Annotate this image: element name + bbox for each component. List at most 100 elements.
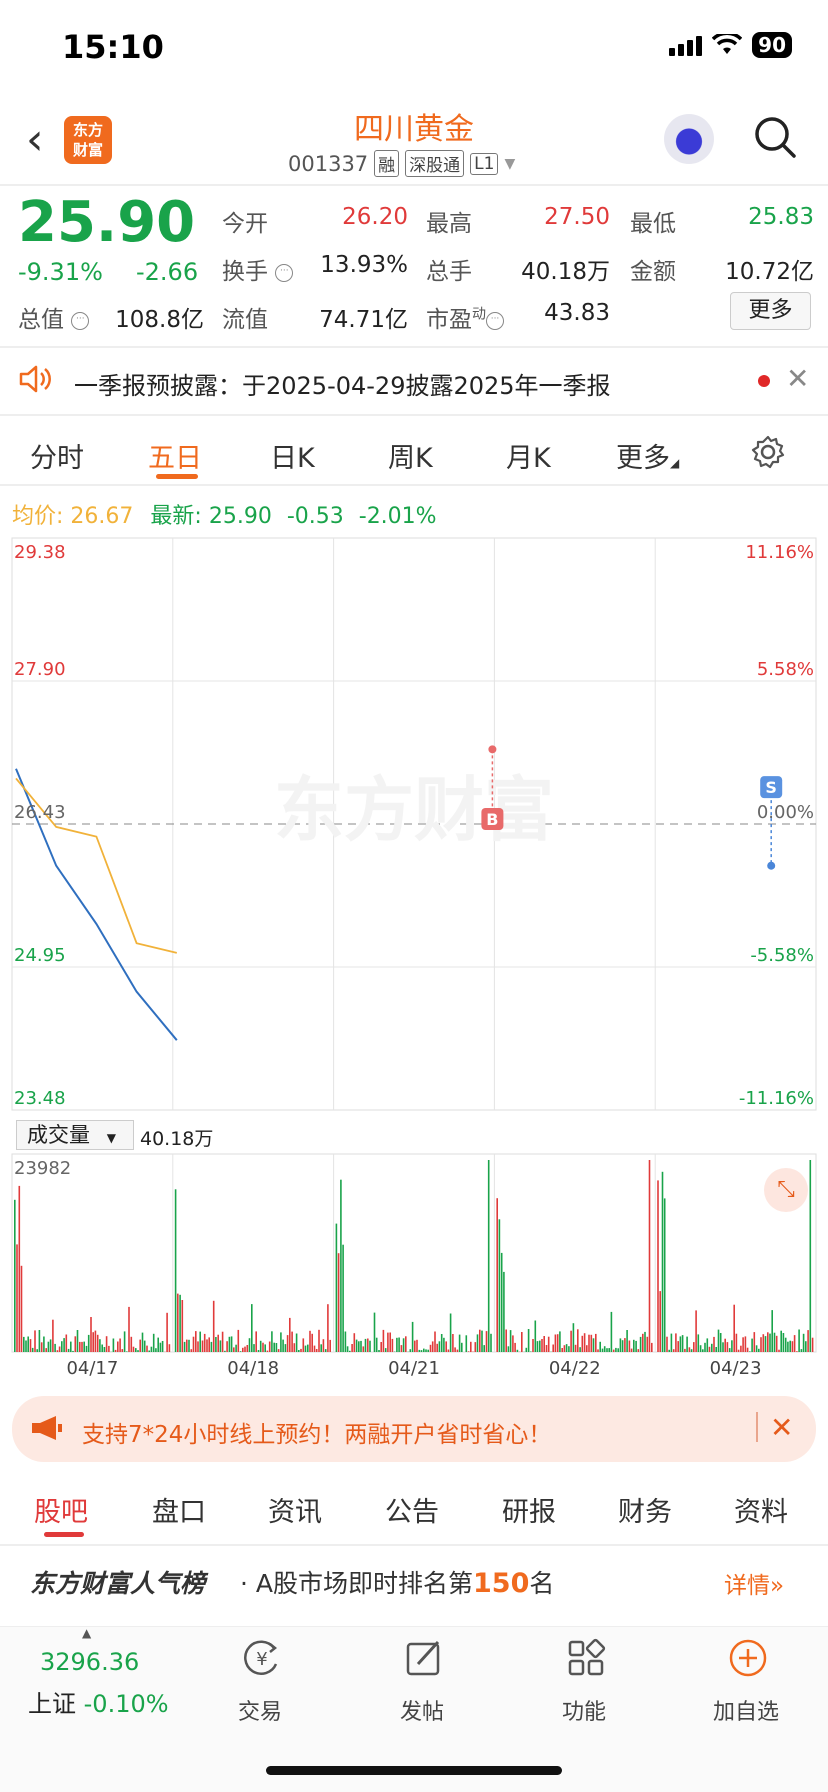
tab-monthly-k[interactable]: 月K: [506, 436, 551, 475]
y-tick-label-right: 5.58%: [757, 659, 814, 680]
tab-pankou[interactable]: 盘口: [152, 1490, 206, 1529]
volume-bar: [40, 1342, 43, 1352]
pe-label-text: 市盈: [426, 307, 472, 333]
volume-bar: [248, 1338, 251, 1352]
promo-text[interactable]: 支持7*24小时线上预约！两融开户省时省心！: [82, 1415, 551, 1449]
post-icon[interactable]: [402, 1636, 446, 1680]
dock-post[interactable]: 发帖: [362, 1694, 482, 1726]
settings-gear-icon[interactable]: [750, 434, 786, 470]
volume-bar: [108, 1345, 110, 1352]
volume-bar: [690, 1349, 693, 1352]
search-icon[interactable]: [752, 114, 798, 160]
volume-bar: [603, 1346, 606, 1352]
volume-bar: [726, 1342, 729, 1352]
add-watchlist-icon[interactable]: [726, 1636, 770, 1680]
volume-bar: [784, 1337, 787, 1352]
close-icon[interactable]: ✕: [786, 362, 809, 395]
tab-intraday[interactable]: 分时: [30, 436, 84, 475]
dock-function[interactable]: 功能: [524, 1694, 644, 1726]
tab-five-day[interactable]: 五日: [148, 436, 202, 475]
volume-bar: [168, 1344, 171, 1352]
tab-announcements[interactable]: 公告: [385, 1490, 439, 1529]
volume-bar: [606, 1348, 608, 1352]
volume-bar: [295, 1333, 298, 1352]
volume-bar: [619, 1338, 622, 1352]
expand-icon[interactable]: ⤡: [764, 1168, 808, 1212]
volume-bar: [769, 1333, 771, 1352]
volume-bar: [798, 1329, 800, 1352]
close-icon[interactable]: ✕: [770, 1411, 793, 1444]
open-value: 26.20: [342, 204, 408, 230]
volume-bar: [796, 1351, 798, 1352]
tab-profile[interactable]: 资料: [734, 1490, 788, 1529]
volume-bar: [684, 1348, 686, 1352]
more-button[interactable]: 更多: [730, 292, 811, 330]
volume-bar: [271, 1331, 273, 1352]
volume-chart[interactable]: 23982 04/17 04/18 04/21 04/22 04/23: [0, 1152, 828, 1392]
index-value[interactable]: 3296.36: [40, 1648, 139, 1676]
volume-bar: [364, 1338, 367, 1352]
rank-number: 150: [473, 1568, 530, 1599]
volume-bar: [456, 1349, 459, 1352]
volume-bar: [543, 1336, 545, 1352]
tab-weekly-k[interactable]: 周K: [388, 436, 433, 475]
float-value: 74.71亿: [319, 307, 408, 333]
volume-bar: [353, 1333, 356, 1352]
volume-bar: [465, 1335, 468, 1352]
volume-bar: [481, 1330, 483, 1352]
volume-bar: [563, 1345, 566, 1352]
assistant-robot-icon[interactable]: [664, 114, 714, 164]
volume-bar: [130, 1336, 133, 1352]
volume-bar: [313, 1345, 316, 1352]
volume-bar: [581, 1335, 584, 1352]
tab-news[interactable]: 资讯: [268, 1490, 322, 1529]
volume-bar: [117, 1341, 119, 1352]
volume-bar: [137, 1350, 139, 1352]
volume-bar: [329, 1339, 331, 1352]
volume-bar: [157, 1337, 159, 1352]
volume-bar: [782, 1333, 785, 1352]
index-row[interactable]: 上证 -0.10%: [28, 1684, 169, 1719]
trade-icon[interactable]: ¥: [240, 1636, 284, 1680]
tag-level: L1: [470, 152, 499, 175]
tab-guba[interactable]: 股吧: [34, 1490, 88, 1529]
notice-text[interactable]: 一季报预披露：于2025-04-29披露2025年一季报: [74, 366, 611, 401]
volume-bar: [409, 1349, 412, 1352]
volume-max-label: 23982: [14, 1158, 71, 1179]
tab-daily-k[interactable]: 日K: [270, 436, 315, 475]
volume-bar: [780, 1330, 782, 1352]
volume-bar: [208, 1337, 210, 1352]
volume-bar: [65, 1334, 68, 1352]
volume-bar: [708, 1346, 711, 1352]
info-icon[interactable]: ···: [71, 312, 90, 330]
latest-percent: -2.01%: [358, 504, 437, 529]
stock-subtitle[interactable]: 001337 融 深股通 L1 ▼: [288, 150, 515, 177]
volume-label: 总手: [426, 259, 472, 285]
volume-indicator-select[interactable]: 成交量 ▼: [16, 1120, 134, 1150]
volume-bar: [416, 1339, 418, 1352]
tab-finance[interactable]: 财务: [618, 1490, 672, 1529]
rank-detail-link[interactable]: 详情»: [724, 1566, 784, 1600]
volume-bar: [559, 1331, 561, 1352]
open-label: 今开: [222, 211, 268, 237]
dock-trade[interactable]: 交易: [200, 1694, 320, 1726]
y-tick-label-left: 24.95: [14, 945, 66, 966]
volume-bar: [143, 1340, 146, 1352]
volume-bar: [787, 1341, 789, 1352]
volume-bar: [148, 1350, 150, 1352]
tab-more[interactable]: 更多◢: [616, 436, 679, 475]
volume-bar: [626, 1330, 628, 1352]
dock-add-watchlist[interactable]: 加自选: [686, 1694, 806, 1726]
volume-bar: [498, 1219, 501, 1352]
y-tick-label-left: 23.48: [14, 1088, 66, 1109]
function-grid-icon[interactable]: [564, 1636, 608, 1680]
dropdown-icon: ▼: [504, 155, 516, 172]
volume-selector-label: 成交量: [27, 1123, 90, 1147]
volume-bar: [47, 1341, 50, 1352]
price-chart[interactable]: 东方财富 29.38 27.90 26.43 24.95 23.48 11.16% 5.58%…: [0, 534, 828, 1114]
info-icon[interactable]: ···: [275, 264, 294, 282]
svg-text:¥: ¥: [256, 1649, 267, 1670]
volume-bar: [570, 1330, 572, 1352]
tab-research[interactable]: 研报: [502, 1490, 556, 1529]
volume-bar: [284, 1344, 287, 1352]
